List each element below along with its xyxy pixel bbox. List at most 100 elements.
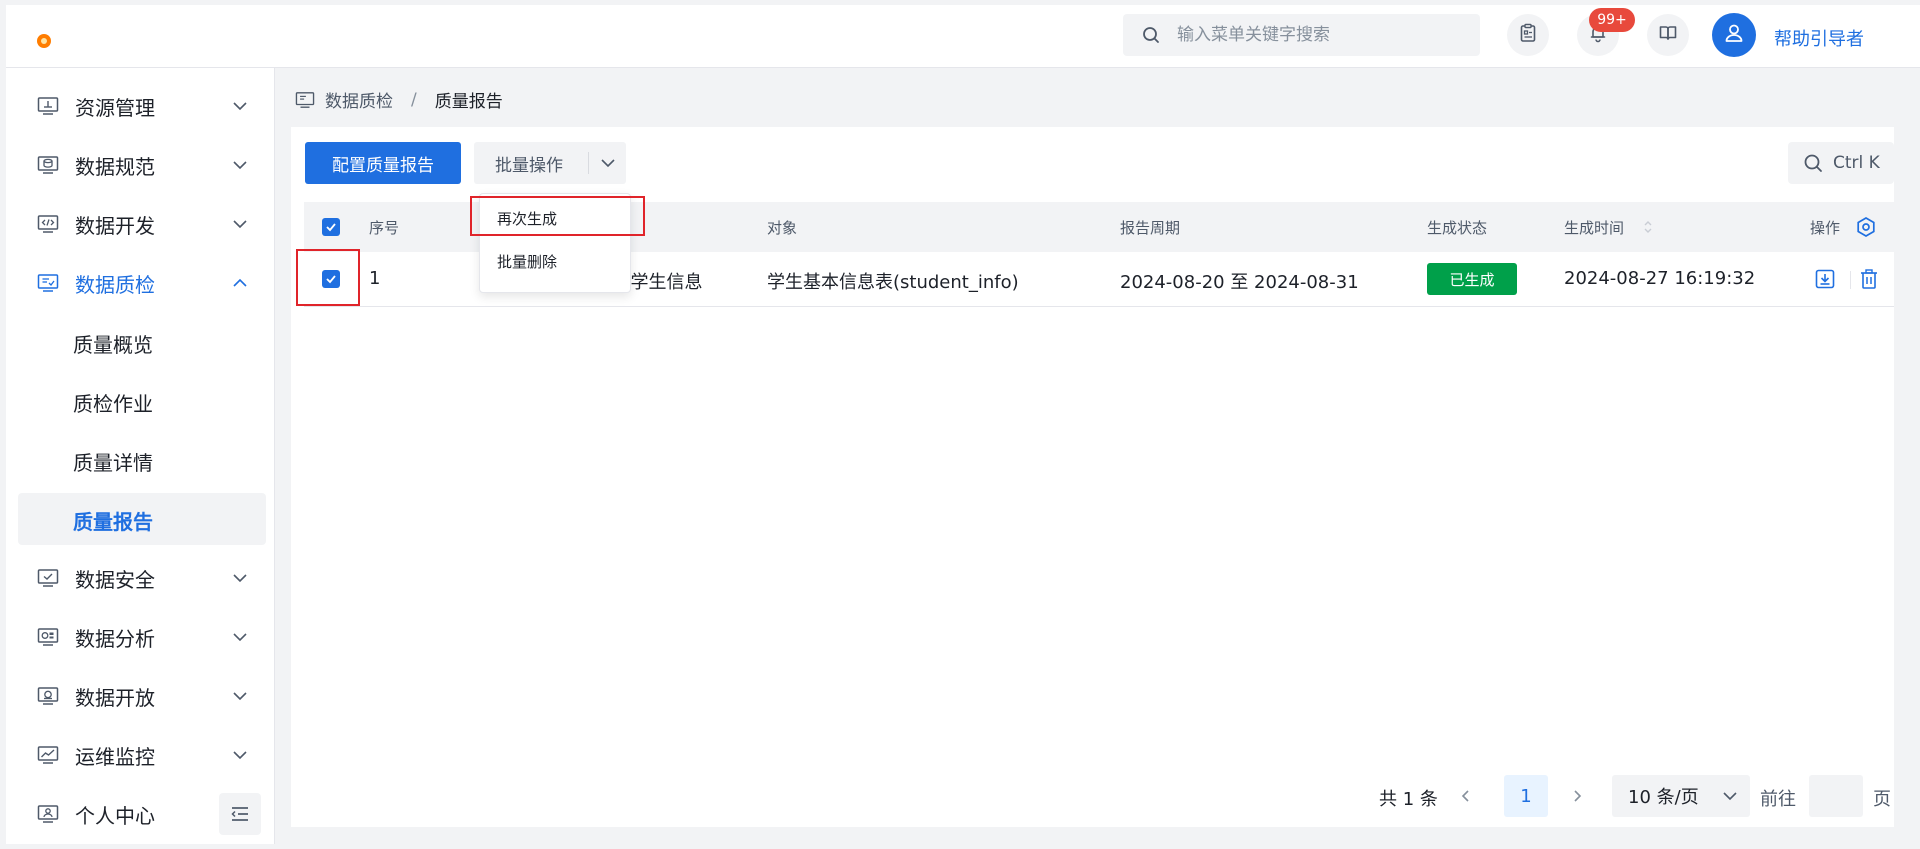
goto-label: 前往	[1760, 789, 1796, 810]
sidebar-item-label: 数据质检	[75, 272, 155, 297]
page-suffix-label: 页	[1873, 789, 1891, 810]
chevron-down-icon	[233, 220, 247, 229]
monitor-icon	[37, 97, 59, 115]
sidebar-subitem-jobs[interactable]: 质检作业	[18, 375, 266, 427]
search-icon	[1804, 154, 1822, 172]
divider	[588, 152, 589, 174]
download-icon[interactable]	[1814, 268, 1836, 290]
sidebar-subitem-report[interactable]: 质量报告	[18, 493, 266, 545]
clipboard-icon	[1518, 23, 1538, 47]
cell-index: 1	[369, 268, 381, 289]
chevron-right-icon[interactable]	[1569, 788, 1585, 804]
sort-icon[interactable]	[1642, 218, 1654, 236]
chevron-down-icon	[233, 161, 247, 170]
chevron-down-icon	[233, 574, 247, 583]
sidebar-subitem-label: 质检作业	[73, 392, 153, 416]
docs-button[interactable]	[1647, 14, 1689, 56]
sidebar-item-quality[interactable]: 数据质检	[18, 257, 266, 309]
monitor-chart-icon	[37, 746, 59, 764]
sidebar-item-security[interactable]: 数据安全	[18, 552, 266, 604]
highlight-box	[296, 249, 360, 306]
open-icon	[37, 687, 59, 705]
column-header-time: 生成时间	[1564, 219, 1625, 237]
breadcrumb: 数据质检 / 质量报告	[295, 87, 503, 112]
breadcrumb-current: 质量报告	[434, 92, 503, 112]
sidebar-item-ops[interactable]: 运维监控	[18, 729, 266, 781]
cell-time: 2024-08-27 16:19:32	[1564, 268, 1756, 289]
cell-period: 2024-08-20 至 2024-08-31	[1120, 272, 1359, 293]
sidebar: 资源管理 数据规范 数据开发 数据质检 质量概览 质检作业 质量详情 质量报告 …	[6, 68, 275, 844]
database-icon	[37, 156, 59, 174]
status-badge: 已生成	[1427, 263, 1517, 295]
page-size-select[interactable]: 10 条/页	[1612, 775, 1750, 817]
chevron-down-icon	[233, 102, 247, 111]
check-icon	[326, 223, 336, 232]
analysis-icon	[37, 628, 59, 646]
sidebar-subitem-label: 质量概览	[73, 333, 153, 357]
table-search-button[interactable]: Ctrl K	[1788, 142, 1894, 184]
sidebar-subitem-label: 质量详情	[73, 451, 153, 475]
chevron-down-icon	[233, 633, 247, 642]
column-settings-icon[interactable]	[1855, 216, 1877, 238]
chevron-down-icon[interactable]	[600, 156, 616, 170]
sidebar-item-open[interactable]: 数据开放	[18, 670, 266, 722]
sidebar-subitem-details[interactable]: 质量详情	[18, 434, 266, 486]
trash-icon[interactable]	[1858, 268, 1880, 290]
batch-operation-button[interactable]: 批量操作	[474, 142, 626, 184]
column-header-index: 序号	[369, 219, 400, 237]
sidebar-item-label: 数据开放	[75, 685, 155, 710]
app-frame: 99+ 帮助引导者 资源管理 数据规范 数据开发	[6, 5, 1920, 844]
user-card-icon	[37, 805, 59, 823]
sidebar-item-label: 数据开发	[75, 213, 155, 238]
sidebar-item-resource[interactable]: 资源管理	[18, 80, 266, 132]
sidebar-item-spec[interactable]: 数据规范	[18, 139, 266, 191]
menu-search-input[interactable]	[1177, 25, 1467, 45]
chevron-down-icon	[233, 751, 247, 760]
sidebar-item-label: 数据规范	[75, 154, 155, 179]
breadcrumb-separator: /	[411, 89, 417, 110]
username[interactable]: 帮助引导者	[1774, 25, 1864, 51]
clipboard-button[interactable]	[1507, 14, 1549, 56]
cell-name: -学生信息	[624, 272, 703, 293]
sidebar-item-label: 运维监控	[75, 744, 155, 769]
quality-icon	[295, 91, 315, 108]
shield-check-icon	[37, 569, 59, 587]
pagination-page-1[interactable]: 1	[1504, 775, 1548, 817]
column-header-object: 对象	[767, 219, 798, 237]
sidebar-item-analysis[interactable]: 数据分析	[18, 611, 266, 663]
breadcrumb-parent[interactable]: 数据质检	[325, 87, 393, 112]
pagination-total: 共 1 条	[1379, 789, 1438, 810]
sidebar-item-label: 资源管理	[75, 95, 155, 120]
menu-search-box[interactable]	[1123, 14, 1480, 56]
config-report-button[interactable]: 配置质量报告	[305, 142, 461, 184]
column-header-period: 报告周期	[1120, 219, 1181, 237]
chevron-left-icon[interactable]	[1458, 788, 1474, 804]
page-size-label: 10 条/页	[1628, 787, 1699, 808]
sidebar-item-label: 个人中心	[75, 803, 155, 828]
column-header-status: 生成状态	[1427, 219, 1488, 237]
dropdown-item-batch-delete[interactable]: 批量删除	[497, 251, 557, 272]
top-header: 99+ 帮助引导者	[6, 5, 1920, 68]
user-icon	[1723, 22, 1745, 48]
sidebar-subitem-label: 质量报告	[73, 510, 153, 534]
search-icon	[1141, 25, 1161, 45]
sidebar-item-label: 数据安全	[75, 567, 155, 592]
select-all-checkbox[interactable]	[322, 218, 340, 236]
chevron-down-icon	[233, 692, 247, 701]
collapse-icon	[231, 807, 248, 821]
highlight-box	[470, 196, 645, 236]
avatar[interactable]	[1712, 13, 1756, 57]
cell-object: 学生基本信息表(student_info)	[767, 272, 1019, 293]
book-icon	[1658, 23, 1678, 47]
logo-icon	[37, 34, 51, 48]
code-icon	[37, 215, 59, 233]
column-header-ops: 操作	[1810, 219, 1841, 237]
sidebar-subitem-overview[interactable]: 质量概览	[18, 316, 266, 368]
divider	[1850, 271, 1851, 289]
goto-page-input[interactable]	[1809, 775, 1863, 817]
chevron-down-icon	[1723, 792, 1737, 801]
notification-badge: 99+	[1589, 8, 1635, 32]
chevron-up-icon	[233, 278, 247, 287]
sidebar-item-dev[interactable]: 数据开发	[18, 198, 266, 250]
collapse-sidebar-button[interactable]	[219, 793, 261, 835]
